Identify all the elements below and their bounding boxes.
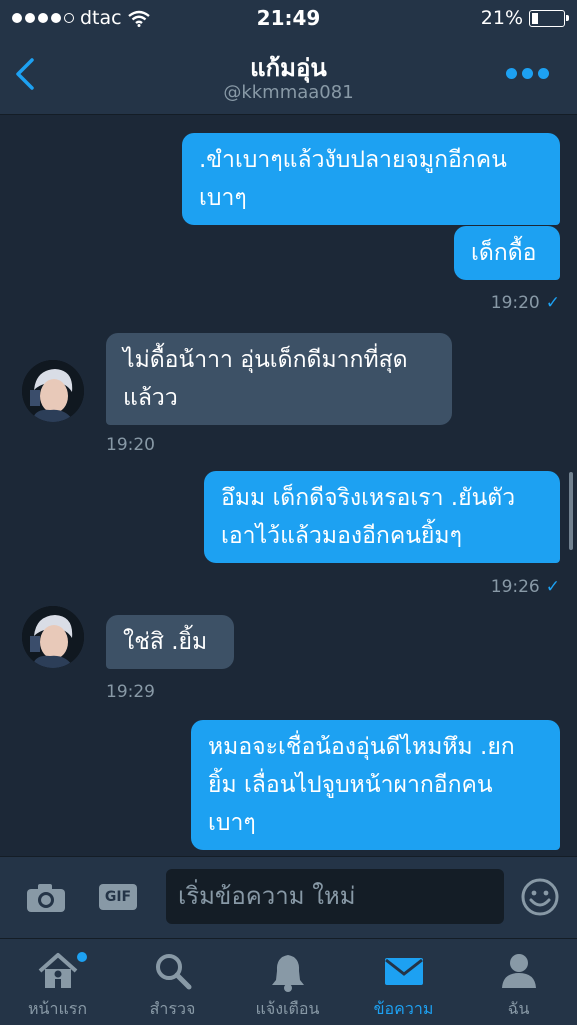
read-check-icon: ✓	[545, 577, 560, 597]
message-line: ใช่สิ .ยิ้ม	[123, 629, 208, 655]
tab-messages-label: ข้อความ	[373, 999, 434, 1018]
message-line: ไม่ดื้อน้าาา อุ่นเด็กดีมากที่สุด	[123, 347, 408, 373]
message-line: เบาๆ	[208, 810, 256, 836]
message-bubble-incoming[interactable]: ใช่สิ .ยิ้ม	[106, 615, 234, 669]
mail-icon	[384, 958, 423, 985]
bottom-tab-bar: หน้าแรก สำรวจ แจ้งเตือน ข้อความ ฉัน	[0, 938, 577, 1025]
message-timestamp: 19:20 ✓	[490, 293, 560, 313]
search-icon	[155, 954, 191, 990]
message-timestamp: 19:20	[106, 435, 155, 455]
message-line: หมอจะเชื่อน้องอุ่นดีไหมหึม .ยก	[208, 734, 515, 760]
message-composer: GIF เริ่มข้อความ ใหม่	[0, 856, 577, 939]
profile-icon	[501, 954, 536, 988]
message-bubble-outgoing[interactable]: เด็กดื้อ	[454, 226, 560, 280]
message-bubble-outgoing[interactable]: หมอจะเชื่อน้องอุ่นดีไหมหึม .ยก ยิ้ม เลื่…	[191, 720, 560, 850]
read-check-icon: ✓	[545, 293, 560, 313]
home-icon	[38, 953, 77, 988]
tab-messages[interactable]: ข้อความ	[346, 939, 461, 1025]
message-line: ยิ้ม เลื่อนไปจูบหน้าผากอีกคน	[208, 772, 493, 798]
tab-home-label: หน้าแรก	[27, 999, 88, 1018]
tab-explore[interactable]: สำรวจ	[115, 939, 230, 1025]
gif-button[interactable]: GIF	[99, 884, 137, 910]
bell-icon	[271, 955, 304, 992]
contact-avatar[interactable]	[22, 360, 84, 422]
notification-dot	[77, 952, 87, 962]
message-line: อึมม เด็กดีจริงเหรอเรา .ยันตัว	[221, 485, 516, 511]
tab-me[interactable]: ฉัน	[461, 939, 576, 1025]
tab-notifications[interactable]: แจ้งเตือน	[230, 939, 345, 1025]
message-line: เด็กดื้อ	[471, 240, 537, 266]
battery-icon	[529, 9, 569, 27]
scrollbar[interactable]	[569, 472, 573, 550]
message-line: .ขำเบาๆแล้วงับปลายจมูกอีกคน	[199, 147, 507, 173]
status-bar: dtac 21:49 21%	[0, 0, 577, 38]
more-options-icon[interactable]	[506, 68, 549, 79]
battery-percent: 21%	[480, 7, 523, 29]
conversation-header: แก้มอุ่น @kkmmaa081	[0, 38, 577, 115]
contact-handle[interactable]: @kkmmaa081	[0, 82, 577, 103]
tab-notifications-label: แจ้งเตือน	[255, 999, 320, 1018]
message-timestamp: 19:26 ✓	[490, 577, 560, 597]
message-bubble-outgoing[interactable]: .ขำเบาๆแล้วงับปลายจมูกอีกคน เบาๆ	[182, 133, 560, 225]
battery-status: 21%	[480, 7, 569, 29]
camera-icon[interactable]	[26, 883, 66, 913]
contact-avatar[interactable]	[22, 606, 84, 668]
message-line: เบาๆ	[199, 185, 247, 211]
tab-home[interactable]: หน้าแรก	[0, 939, 115, 1025]
tab-me-label: ฉัน	[507, 999, 530, 1018]
message-input[interactable]: เริ่มข้อความ ใหม่	[166, 869, 504, 924]
message-bubble-incoming[interactable]: ไม่ดื้อน้าาา อุ่นเด็กดีมากที่สุด แล้วว	[106, 333, 452, 425]
emoji-icon[interactable]	[521, 878, 559, 916]
tab-explore-label: สำรวจ	[149, 999, 196, 1018]
message-line: แล้วว	[123, 385, 178, 411]
message-bubble-outgoing[interactable]: อึมม เด็กดีจริงเหรอเรา .ยันตัว เอาไว้แล้…	[204, 471, 560, 563]
message-timestamp: 19:29	[106, 682, 155, 702]
message-list[interactable]: .ขำเบาๆแล้วงับปลายจมูกอีกคน เบาๆ เด็กดื้…	[0, 115, 577, 855]
message-line: เอาไว้แล้วมองอีกคนยิ้มๆ	[221, 523, 462, 549]
